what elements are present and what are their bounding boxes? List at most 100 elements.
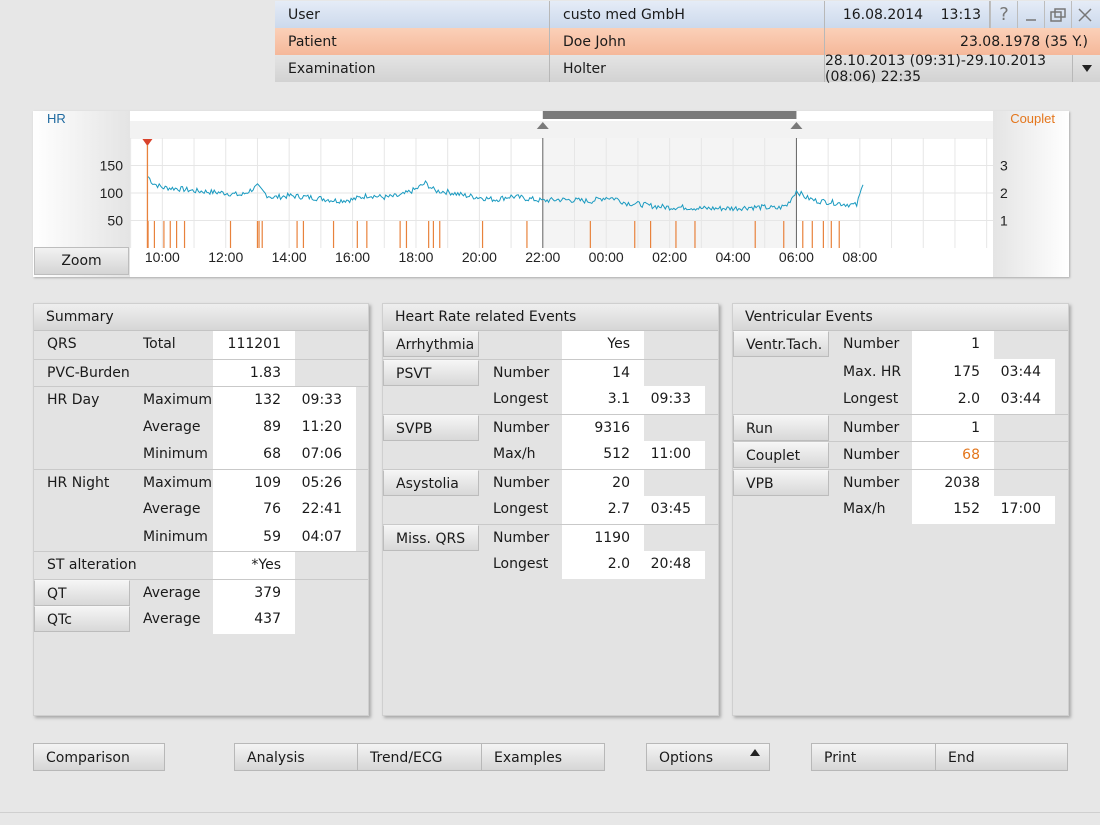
patient-label: Patient: [275, 28, 550, 55]
psvt-longest-value: 3.1: [562, 386, 644, 414]
couplet-axis-label: Couplet: [1010, 111, 1055, 126]
st-alteration-label: ST alteration: [47, 557, 137, 573]
ventr-tach-maxhr-value: 175: [912, 358, 994, 386]
qtc-average-label: Average: [143, 611, 201, 627]
options-label: Options: [659, 750, 714, 766]
hr-night-min-time: 04:07: [295, 523, 356, 551]
chart-scrollbar-track[interactable]: [130, 121, 993, 139]
trend-ecg-button[interactable]: Trend/ECG: [357, 743, 482, 771]
options-button[interactable]: Options: [646, 743, 770, 771]
examples-button[interactable]: Examples: [481, 743, 605, 771]
x-tick-label: 04:00: [715, 249, 750, 265]
missed-qrs-button[interactable]: Miss. QRS: [383, 524, 479, 551]
help-icon[interactable]: ?: [990, 1, 1017, 28]
summary-panel: Summary QRS Total 111201 PVC-Burden 1.83…: [33, 303, 369, 716]
vpb-number-label: Number: [843, 474, 900, 491]
hr-night-min-value: 59: [213, 523, 295, 551]
y-right-tick-label: 2: [1000, 185, 1008, 201]
analysis-button[interactable]: Analysis: [234, 743, 358, 771]
x-tick-label: 16:00: [335, 249, 370, 265]
pvc-burden-value: 1.83: [213, 359, 295, 387]
missed-qrs-number-value: 1190: [562, 524, 644, 552]
asystolia-button[interactable]: Asystolia: [383, 469, 479, 496]
x-tick-label: 12:00: [208, 249, 243, 265]
asystolia-longest-label: Longest: [493, 501, 549, 517]
ventr-tach-maxhr-label: Max. HR: [843, 363, 902, 380]
run-button[interactable]: Run: [733, 414, 829, 441]
exam-label: Examination: [275, 55, 550, 82]
qrs-sublabel: Total: [143, 336, 176, 352]
print-button[interactable]: Print: [811, 743, 936, 771]
ventricular-events-panel: Ventricular Events Ventr.Tach. Number 1 …: [732, 303, 1069, 716]
x-tick-label: 10:00: [145, 249, 180, 265]
y-tick-label: 100: [100, 185, 124, 201]
hr-day-min-time: 07:06: [295, 441, 356, 469]
arrhythmia-value: Yes: [562, 331, 644, 359]
ventr-tach-number-value: 1: [912, 331, 994, 359]
y-tick-label: 150: [100, 158, 124, 174]
hr-day-min-value: 68: [213, 441, 295, 469]
chart-selection-bar[interactable]: [542, 111, 797, 119]
x-tick-label: 22:00: [525, 249, 560, 265]
chevron-up-icon: [750, 749, 760, 756]
patient-name: Doe John: [550, 28, 825, 55]
zoom-button[interactable]: Zoom: [34, 247, 129, 275]
ventr-tach-longest-value: 2.0: [912, 386, 994, 414]
ventr-tach-longest-time: 03:44: [994, 386, 1055, 414]
ventr-tach-button[interactable]: Ventr.Tach.: [733, 331, 829, 357]
x-ticks: 10:00 12:00 14:00 16:00 18:00 20:00 22:00 00:00…: [145, 249, 878, 265]
current-date: 16.08.2014: [842, 6, 923, 23]
couplet-number-value: 68: [912, 442, 994, 470]
missed-qrs-longest-value: 2.0: [562, 551, 644, 579]
restore-icon[interactable]: [1044, 1, 1071, 28]
qt-average-label: Average: [143, 584, 201, 601]
run-number-label: Number: [843, 419, 900, 436]
psvt-button[interactable]: PSVT: [383, 359, 479, 386]
vpb-button[interactable]: VPB: [733, 469, 829, 496]
couplet-button[interactable]: Couplet: [733, 442, 829, 468]
vpb-maxh-value: 152: [912, 496, 994, 524]
hr-night-max-value: 109: [213, 469, 295, 497]
svpb-maxh-time: 11:00: [644, 441, 705, 469]
minimize-icon[interactable]: [1017, 1, 1044, 28]
hr-night-avg-label: Average: [143, 501, 201, 517]
header-patient-row: Patient Doe John 23.08.1978 (35 Y.): [275, 28, 1100, 55]
svpb-button[interactable]: SVPB: [383, 414, 479, 441]
end-button[interactable]: End: [935, 743, 1068, 771]
asystolia-number-value: 20: [562, 469, 644, 497]
qtc-button[interactable]: QTc: [34, 606, 130, 632]
hr-day-label: HR Day: [47, 392, 100, 408]
ventricular-events-title: Ventricular Events: [733, 304, 1068, 331]
header-user-row: User custo med GmbH 16.08.2014 13:13 ?: [275, 1, 1100, 28]
hr-night-label: HR Night: [47, 474, 110, 491]
asystolia-number-label: Number: [493, 474, 550, 491]
hr-events-title: Heart Rate related Events: [383, 304, 718, 331]
svpb-maxh-label: Max/h: [493, 446, 536, 462]
exam-type: Holter: [550, 55, 825, 82]
exam-period: 28.10.2013 (09:31)-29.10.2013 (08:06) 22…: [825, 53, 1073, 85]
hr-events-panel: Heart Rate related Events Arrhythmia Yes…: [382, 303, 719, 716]
hr-chart-svg[interactable]: HR Couplet 15010050 321 10:00 12:00 14:00 1…: [33, 111, 1069, 277]
close-icon[interactable]: [1071, 1, 1098, 28]
arrhythmia-button[interactable]: Arrhythmia: [383, 331, 479, 357]
vpb-maxh-label: Max/h: [843, 501, 886, 517]
header-exam-row[interactable]: Examination Holter 28.10.2013 (09:31)-29…: [275, 53, 1100, 85]
comparison-button[interactable]: Comparison: [33, 743, 165, 771]
summary-title: Summary: [34, 304, 368, 331]
chevron-down-icon[interactable]: [1073, 55, 1100, 82]
hr-trend-chart[interactable]: HR Couplet 150 100 50 321 10:00 12:00 14:00 1…: [33, 111, 1069, 277]
x-tick-label: 18:00: [398, 249, 433, 265]
pvc-burden-label: PVC-Burden: [47, 364, 130, 381]
qt-button[interactable]: QT: [34, 579, 130, 606]
missed-qrs-number-label: Number: [493, 529, 550, 546]
x-tick-label: 14:00: [272, 249, 307, 265]
x-tick-label: 02:00: [652, 249, 687, 265]
y-right-tick-label: 3: [1000, 158, 1008, 174]
y-right-tick-label: 1: [1000, 213, 1008, 229]
hr-day-max-value: 132: [213, 387, 295, 415]
hr-day-max-time: 09:33: [295, 387, 356, 415]
hr-day-max-label: Maximum: [143, 392, 212, 408]
psvt-longest-time: 09:33: [644, 386, 705, 414]
start-marker-icon: [142, 139, 153, 146]
couplet-number-label: Number: [843, 447, 900, 463]
